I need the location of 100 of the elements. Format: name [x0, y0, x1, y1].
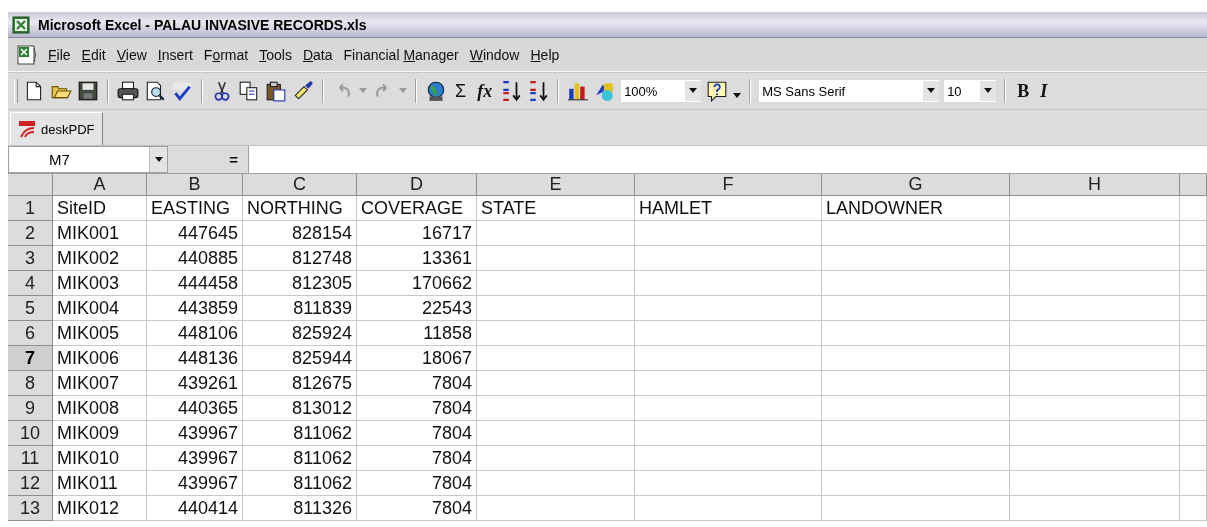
- sort-descending-icon[interactable]: [527, 80, 550, 102]
- table-cell: 813012: [243, 396, 357, 421]
- window-title: Microsoft Excel - PALAU INVASIVE RECORDS.xls: [38, 16, 367, 33]
- row-header[interactable]: 9: [8, 396, 53, 421]
- table-cell: 439967: [147, 446, 243, 471]
- italic-button[interactable]: I: [1037, 80, 1051, 102]
- table-cell: 440414: [147, 496, 243, 521]
- table-cell: MIK010: [53, 446, 147, 471]
- row-header[interactable]: 7: [8, 346, 53, 371]
- menu-item[interactable]: File: [47, 44, 72, 65]
- menu-item[interactable]: Window: [468, 44, 521, 65]
- formula-input[interactable]: [248, 146, 1207, 173]
- table-cell: STATE: [477, 196, 635, 221]
- font-size-dropdown[interactable]: 10: [944, 80, 997, 102]
- clipboard-icon[interactable]: [265, 80, 287, 102]
- table-cell: 811062: [243, 446, 357, 471]
- menu-item[interactable]: Edit: [80, 44, 107, 65]
- column-header[interactable]: F: [635, 174, 822, 196]
- dropdown-arrow-icon[interactable]: [733, 93, 742, 99]
- table-cell: [1180, 271, 1207, 296]
- table-cell: MIK002: [53, 246, 147, 271]
- row-header[interactable]: 3: [8, 246, 53, 271]
- equals-sign: =: [228, 151, 239, 168]
- table-cell: NORTHING: [243, 196, 357, 221]
- table-cell: [1180, 296, 1207, 321]
- table-cell: 439967: [147, 471, 243, 496]
- table-cell: MIK007: [53, 371, 147, 396]
- column-header[interactable]: G: [822, 174, 1010, 196]
- table-cell: 170662: [357, 271, 477, 296]
- menu-item[interactable]: Financial Manager: [342, 44, 460, 65]
- table-cell: 812675: [243, 371, 357, 396]
- pdf-icon: [17, 119, 37, 139]
- row-header[interactable]: 6: [8, 321, 53, 346]
- row-header[interactable]: 12: [8, 471, 53, 496]
- row-header[interactable]: 1: [8, 196, 53, 221]
- table-cell: [1180, 471, 1207, 496]
- table-cell: 439967: [147, 421, 243, 446]
- table-cell: [1180, 396, 1207, 421]
- column-header[interactable]: B: [147, 174, 243, 196]
- table-cell: [1180, 196, 1207, 221]
- menu-item[interactable]: Help: [529, 44, 561, 65]
- document-icon[interactable]: [16, 43, 38, 66]
- table-cell: [1180, 446, 1207, 471]
- insert-function-button[interactable]: fx: [474, 80, 496, 102]
- menu-item[interactable]: Insert: [156, 44, 194, 65]
- print-preview-icon[interactable]: [144, 80, 166, 102]
- table-cell: 18067: [357, 346, 477, 371]
- table-cell: 7804: [357, 446, 477, 471]
- row-header[interactable]: 8: [8, 371, 53, 396]
- table-cell: 448136: [147, 346, 243, 371]
- autosum-button[interactable]: Σ: [452, 80, 470, 102]
- font-name-dropdown[interactable]: MS Sans Serif: [759, 80, 940, 102]
- table-cell: 440365: [147, 396, 243, 421]
- table-cell: LANDOWNER: [822, 196, 1010, 221]
- table-cell: [1180, 496, 1207, 521]
- paintbrush-icon[interactable]: [292, 80, 314, 102]
- table-cell: 443859: [147, 296, 243, 321]
- table-cell: 825944: [243, 346, 357, 371]
- table-cell: 439261: [147, 371, 243, 396]
- printer-icon[interactable]: [117, 80, 139, 102]
- row-header[interactable]: 13: [8, 496, 53, 521]
- table-cell: 16717: [357, 221, 477, 246]
- table-cell: [1180, 221, 1207, 246]
- pdf-button[interactable]: deskPDF: [10, 112, 104, 145]
- name-box[interactable]: M7: [8, 146, 168, 173]
- table-cell: 22543: [357, 296, 477, 321]
- table-cell: MIK004: [53, 296, 147, 321]
- row-header[interactable]: 5: [8, 296, 53, 321]
- column-header[interactable]: C: [243, 174, 357, 196]
- menu-item[interactable]: View: [115, 44, 148, 65]
- table-cell: 7804: [357, 396, 477, 421]
- menu-item[interactable]: Format: [202, 44, 250, 65]
- table-cell: 811839: [243, 296, 357, 321]
- table-cell: MIK005: [53, 321, 147, 346]
- help-icon[interactable]: [706, 80, 729, 102]
- bold-button[interactable]: B: [1014, 80, 1033, 102]
- sort-ascending-icon[interactable]: [500, 80, 523, 102]
- menu-item[interactable]: Tools: [258, 44, 293, 65]
- column-header[interactable]: D: [357, 174, 477, 196]
- row-header[interactable]: 4: [8, 271, 53, 296]
- copy-icon[interactable]: [238, 80, 260, 102]
- menu-item[interactable]: Data: [301, 44, 334, 65]
- table-cell: 811326: [243, 496, 357, 521]
- column-header[interactable]: E: [477, 174, 635, 196]
- row-header[interactable]: 2: [8, 221, 53, 246]
- table-cell: SiteID: [53, 196, 147, 221]
- table-cell: MIK011: [53, 471, 147, 496]
- table-cell: 11858: [357, 321, 477, 346]
- spelling-check-icon[interactable]: [171, 80, 193, 102]
- table-cell: 448106: [147, 321, 243, 346]
- table-cell: MIK012: [53, 496, 147, 521]
- zoom-dropdown[interactable]: 100%: [621, 80, 702, 102]
- column-header[interactable]: H: [1010, 174, 1180, 196]
- bar-chart-icon[interactable]: [567, 80, 590, 102]
- globe-icon[interactable]: [425, 80, 447, 102]
- row-header[interactable]: 10: [8, 421, 53, 446]
- column-header[interactable]: A: [53, 174, 147, 196]
- table-cell: 828154: [243, 221, 357, 246]
- row-header[interactable]: 11: [8, 446, 53, 471]
- dropdown-arrow-icon: [154, 156, 163, 163]
